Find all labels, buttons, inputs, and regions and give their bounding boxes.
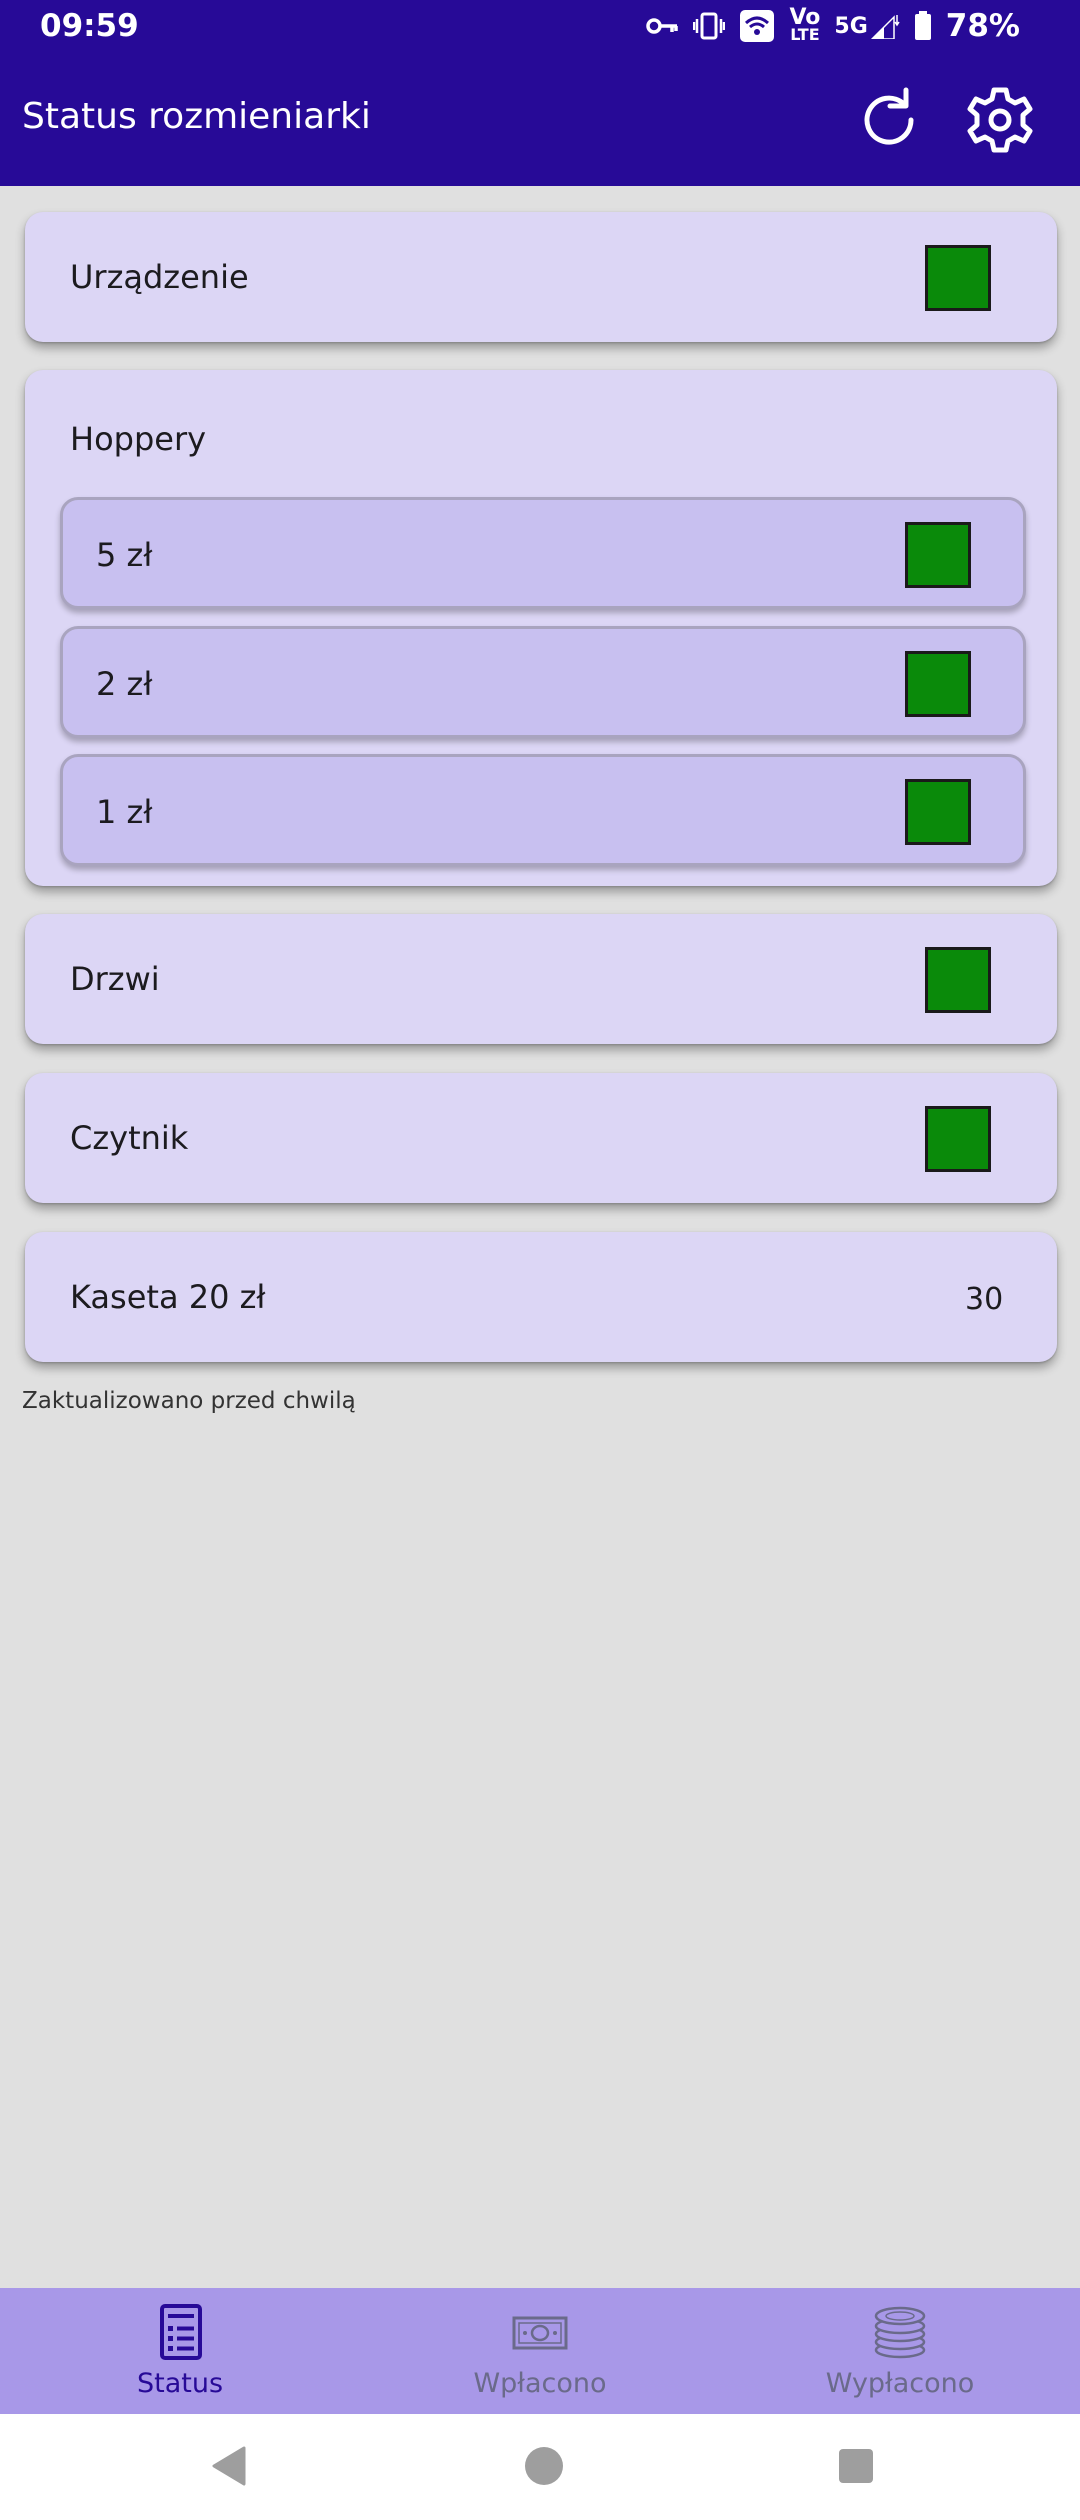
system-navigation-bar <box>0 2414 1080 2520</box>
back-icon[interactable] <box>208 2444 248 2488</box>
refresh-button[interactable] <box>853 84 925 156</box>
last-updated-text: Zaktualizowano przed chwilą <box>22 1388 356 1414</box>
status-bar: 09:59 Vo LTE 5G 78% <box>0 0 1080 54</box>
mobile-network: 5G <box>834 13 900 39</box>
volte-icon: Vo LTE <box>789 5 821 44</box>
device-label: Urządzenie <box>70 258 249 296</box>
battery-icon <box>914 11 931 40</box>
volte-top-text: Vo <box>789 5 821 30</box>
nav-label-wplacono: Wpłacono <box>473 2368 607 2399</box>
hopper-1zl-item: 1 zł <box>60 754 1026 866</box>
hopper-5zl-status-indicator <box>905 522 971 588</box>
door-status-indicator <box>925 947 991 1013</box>
battery-percent: 78% <box>945 8 1020 44</box>
hopper-label: 5 zł <box>96 536 153 574</box>
coins-icon <box>874 2306 926 2359</box>
hopper-5zl-item: 5 zł <box>60 497 1026 609</box>
status-list-icon <box>160 2304 202 2360</box>
nav-label-status: Status <box>136 2368 224 2399</box>
hoppers-label: Hoppery <box>70 420 207 458</box>
refresh-icon <box>864 87 914 145</box>
settings-gear-icon <box>967 87 1033 153</box>
app-bar: Status rozmieniarki <box>0 54 1080 186</box>
cassette-count: 30 <box>965 1282 1004 1317</box>
nav-tab-wplacono[interactable]: Wpłacono <box>360 2288 720 2414</box>
reader-status-indicator <box>925 1106 991 1172</box>
bottom-navigation: Status Wpłacono Wypłacono <box>0 2288 1080 2414</box>
cassette-card: Kaseta 20 zł 30 <box>25 1232 1057 1362</box>
cassette-label: Kaseta 20 zł <box>70 1278 266 1316</box>
vpn-key-icon <box>646 18 679 34</box>
signal-icon <box>870 15 900 39</box>
page-title: Status rozmieniarki <box>22 96 371 137</box>
reader-label: Czytnik <box>70 1119 189 1157</box>
recents-icon[interactable] <box>836 2446 876 2486</box>
nav-label-wyplacono: Wypłacono <box>825 2368 975 2399</box>
hopper-1zl-status-indicator <box>905 779 971 845</box>
volte-bottom-text: LTE <box>790 25 820 44</box>
hopper-label: 2 zł <box>96 665 153 703</box>
status-time: 09:59 <box>40 8 139 44</box>
home-icon[interactable] <box>522 2444 566 2488</box>
network-type: 5G <box>834 14 868 39</box>
status-icons: Vo LTE 5G 78% <box>645 5 1020 44</box>
nav-tab-status[interactable]: Status <box>0 2288 360 2414</box>
settings-button[interactable] <box>964 84 1036 156</box>
hopper-2zl-item: 2 zł <box>60 626 1026 738</box>
hopper-label: 1 zł <box>96 793 153 831</box>
wifi-icon <box>740 10 775 42</box>
door-label: Drzwi <box>70 960 160 998</box>
reader-status-card: Czytnik <box>25 1073 1057 1203</box>
door-status-card: Drzwi <box>25 914 1057 1044</box>
device-status-card: Urządzenie <box>25 212 1057 342</box>
hoppers-card: Hoppery 5 zł 2 zł 1 zł <box>25 370 1057 886</box>
vibrate-icon <box>693 12 726 40</box>
banknote-icon <box>512 2316 568 2350</box>
nav-tab-wyplacono[interactable]: Wypłacono <box>720 2288 1080 2414</box>
hopper-2zl-status-indicator <box>905 651 971 717</box>
device-status-indicator <box>925 245 991 311</box>
